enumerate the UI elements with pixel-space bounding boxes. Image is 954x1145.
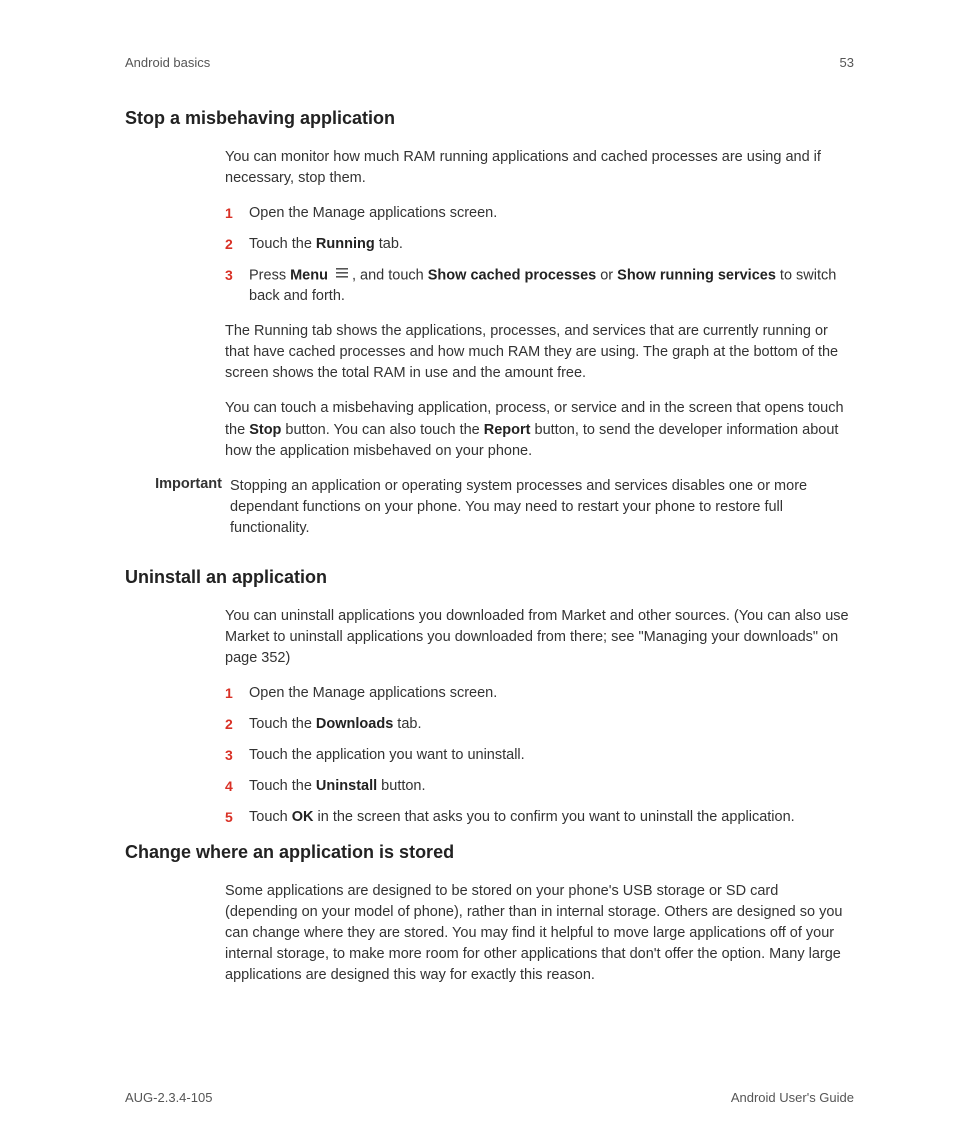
step-text: Open the Manage applications screen. (249, 203, 854, 224)
step-text: Touch the Downloads tab. (249, 714, 854, 735)
step-item: 3 Touch the application you want to unin… (225, 745, 854, 766)
important-body: Stopping an application or operating sys… (230, 476, 854, 539)
intro-paragraph: You can monitor how much RAM running app… (225, 147, 854, 189)
intro-paragraph: Some applications are designed to be sto… (225, 881, 854, 986)
footer-guide-title: Android User's Guide (731, 1090, 854, 1105)
footer-doc-id: AUG-2.3.4-105 (125, 1090, 212, 1105)
heading-change-storage: Change where an application is stored (125, 842, 854, 863)
document-page: Android basics 53 Stop a misbehaving app… (0, 0, 954, 1145)
step-item: 1 Open the Manage applications screen. (225, 683, 854, 704)
step-number: 5 (225, 807, 249, 828)
step-number: 3 (225, 265, 249, 307)
content-uninstall: You can uninstall applications you downl… (225, 606, 854, 828)
content-stop-misbehaving: You can monitor how much RAM running app… (225, 147, 854, 462)
step-text: Open the Manage applications screen. (249, 683, 854, 704)
important-note: Important Stopping an application or ope… (125, 476, 854, 539)
step-item: 3 Press Menu , and touch Show cached pro… (225, 265, 854, 307)
step-number: 4 (225, 776, 249, 797)
page-header: Android basics 53 (125, 55, 854, 70)
step-text: Press Menu , and touch Show cached proce… (249, 265, 854, 307)
step-item: 5 Touch OK in the screen that asks you t… (225, 807, 854, 828)
step-text: Touch the application you want to uninst… (249, 745, 854, 766)
step-item: 1 Open the Manage applications screen. (225, 203, 854, 224)
step-item: 2 Touch the Downloads tab. (225, 714, 854, 735)
heading-uninstall: Uninstall an application (125, 567, 854, 588)
page-footer: AUG-2.3.4-105 Android User's Guide (125, 1090, 854, 1105)
steps-list: 1 Open the Manage applications screen. 2… (225, 683, 854, 828)
step-number: 1 (225, 203, 249, 224)
menu-icon (335, 265, 349, 286)
intro-paragraph: You can uninstall applications you downl… (225, 606, 854, 669)
important-label: Important (130, 476, 222, 539)
step-text: Touch the Uninstall button. (249, 776, 854, 797)
explanation-paragraph: You can touch a misbehaving application,… (225, 398, 854, 461)
step-number: 2 (225, 714, 249, 735)
step-number: 3 (225, 745, 249, 766)
steps-list: 1 Open the Manage applications screen. 2… (225, 203, 854, 307)
heading-stop-misbehaving: Stop a misbehaving application (125, 108, 854, 129)
step-number: 1 (225, 683, 249, 704)
step-text: Touch OK in the screen that asks you to … (249, 807, 854, 828)
content-change-storage: Some applications are designed to be sto… (225, 881, 854, 986)
step-number: 2 (225, 234, 249, 255)
step-item: 2 Touch the Running tab. (225, 234, 854, 255)
explanation-paragraph: The Running tab shows the applications, … (225, 321, 854, 384)
step-item: 4 Touch the Uninstall button. (225, 776, 854, 797)
header-section-title: Android basics (125, 55, 210, 70)
step-text: Touch the Running tab. (249, 234, 854, 255)
page-number: 53 (840, 55, 854, 70)
